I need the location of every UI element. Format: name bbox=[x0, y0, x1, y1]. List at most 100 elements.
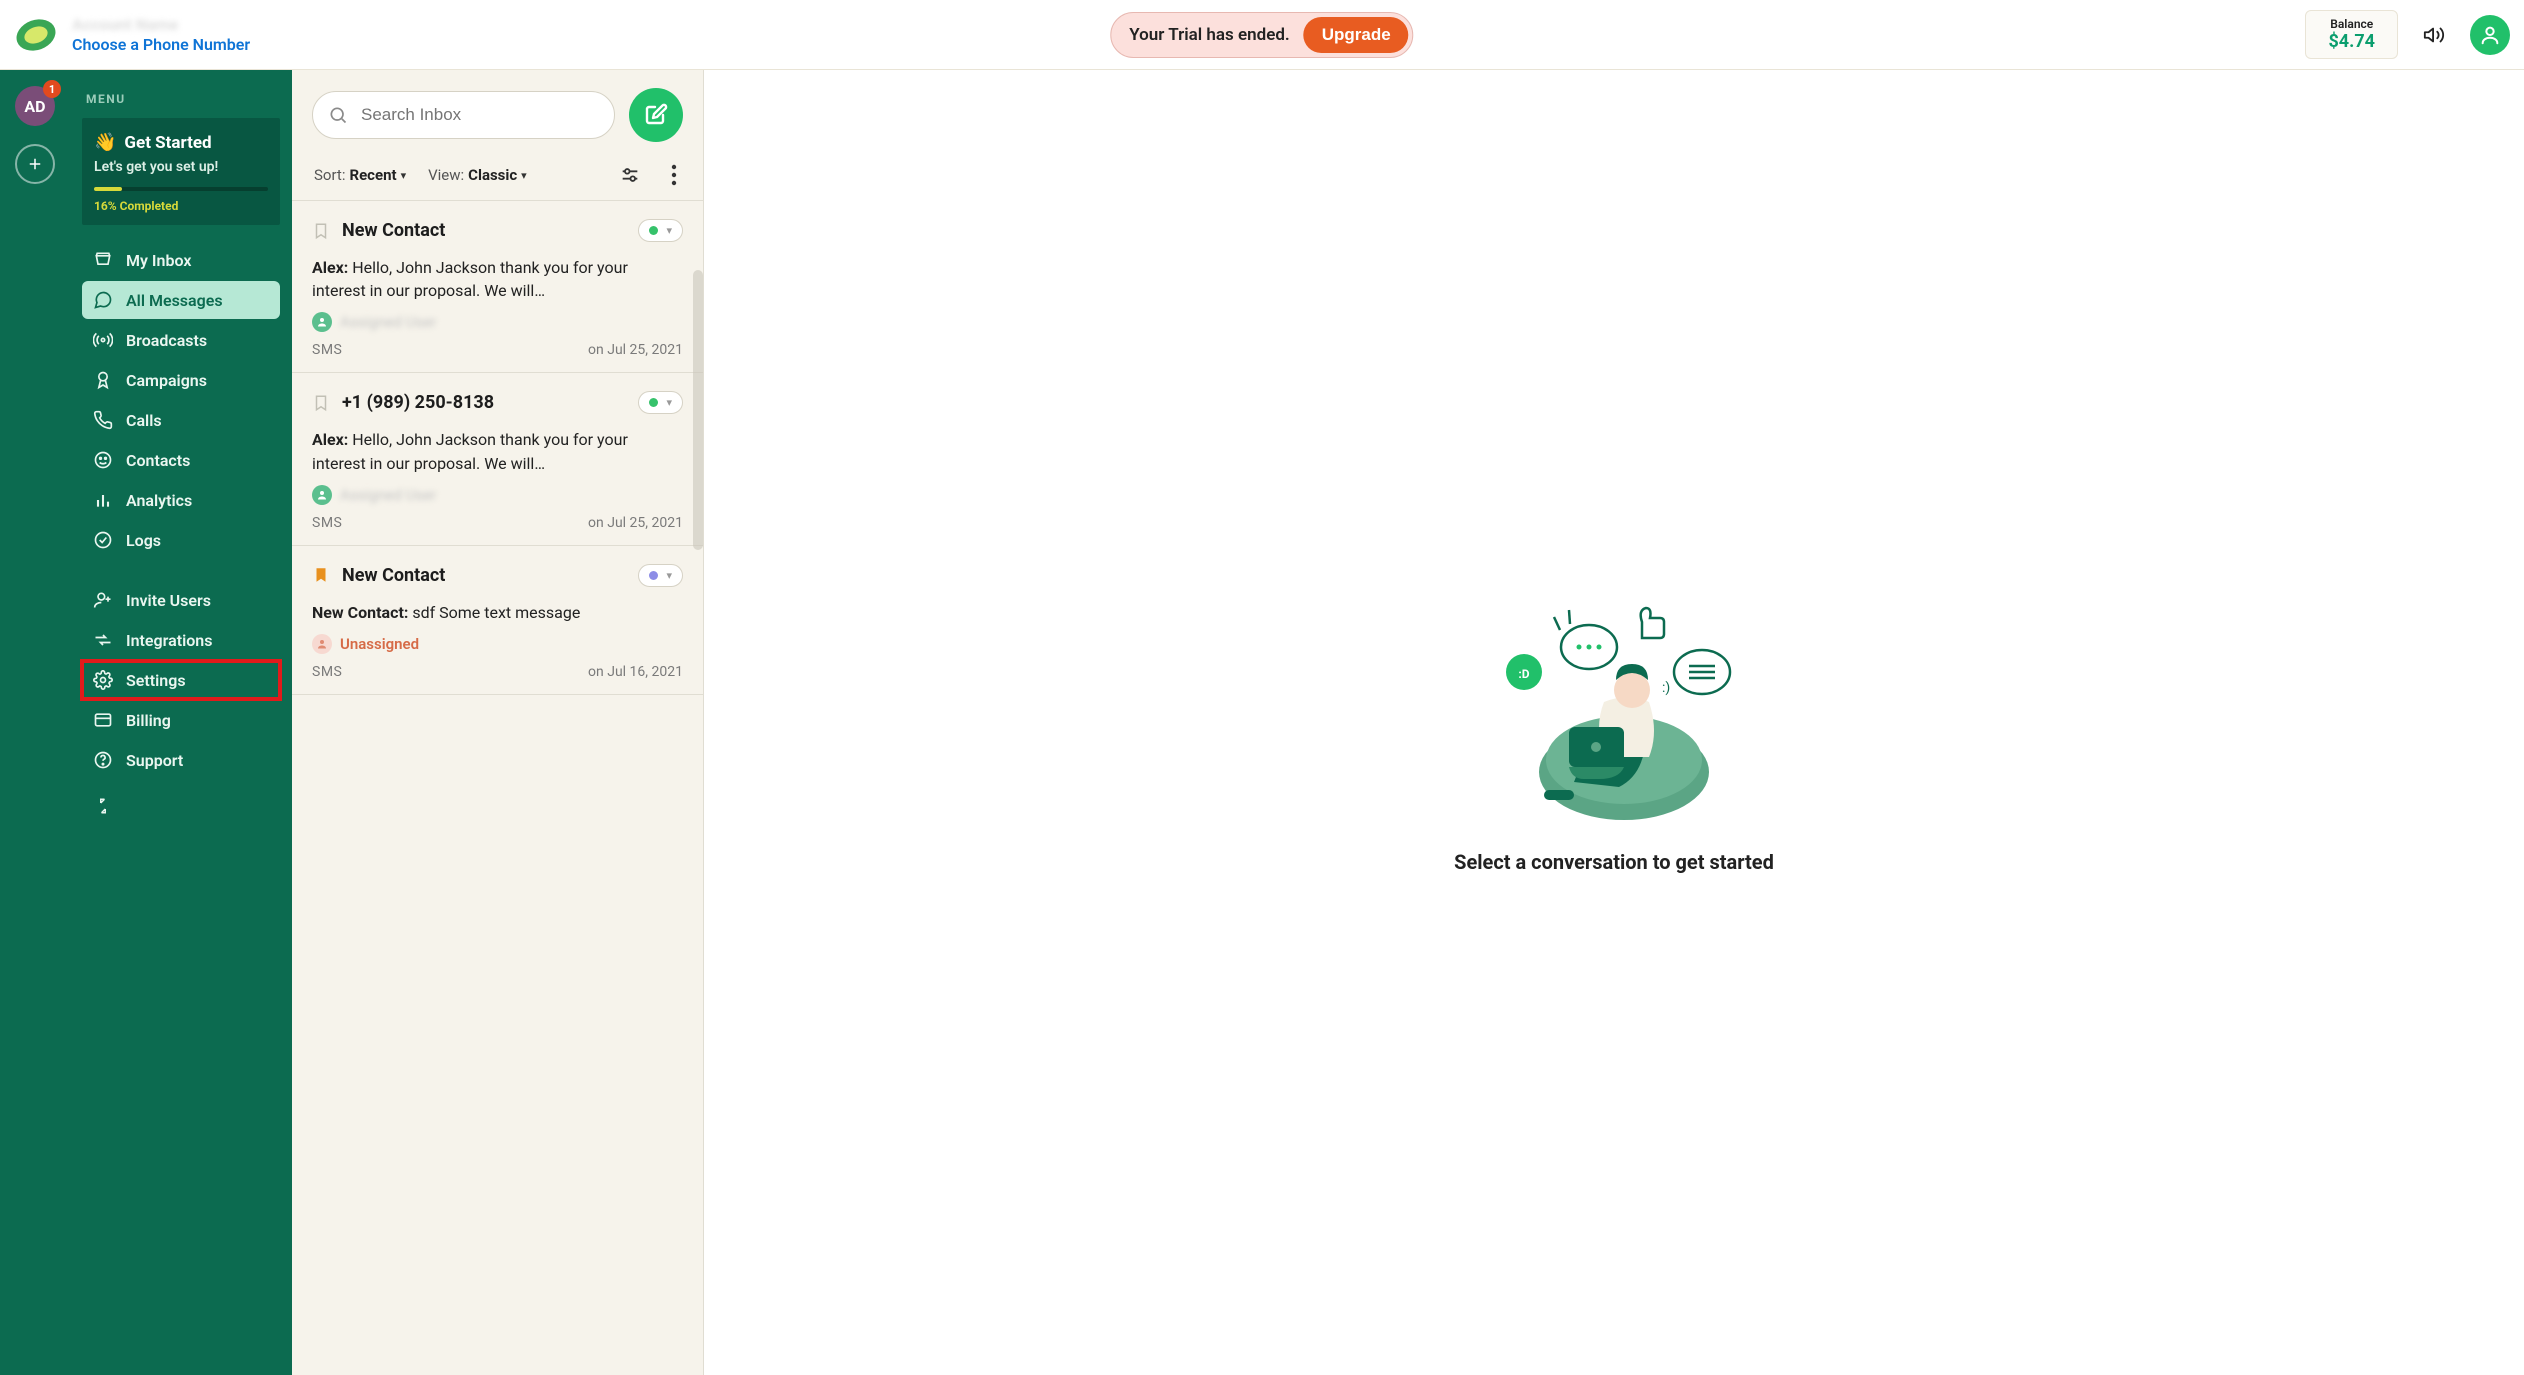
card-icon bbox=[92, 709, 114, 731]
progress-fill bbox=[94, 187, 122, 191]
thread-preview: New Contact: sdf Some text message bbox=[312, 601, 683, 624]
sliders-icon bbox=[619, 164, 641, 186]
filter-settings-button[interactable] bbox=[615, 160, 645, 190]
sidebar-item-label: Invite Users bbox=[126, 591, 211, 610]
assignee-avatar-icon bbox=[312, 634, 332, 654]
inbox-head: Sort: Recent ▾ View: Classic ▾ bbox=[292, 70, 703, 200]
sidebar-item-label: Broadcasts bbox=[126, 331, 207, 350]
sidebar-item-invite-users[interactable]: Invite Users bbox=[82, 581, 280, 619]
thread-channel: SMS bbox=[312, 515, 342, 531]
chevron-down-icon: ▾ bbox=[666, 396, 672, 409]
sidebar-item-settings[interactable]: Settings bbox=[82, 661, 280, 699]
sidebar-item-analytics[interactable]: Analytics bbox=[82, 481, 280, 519]
sidebar-item-label: Integrations bbox=[126, 631, 212, 650]
thread-channel: SMS bbox=[312, 342, 342, 358]
thread-item[interactable]: New Contact ▾ Alex: Hello, John Jackson … bbox=[292, 201, 703, 373]
status-pill[interactable]: ▾ bbox=[638, 219, 683, 242]
compose-button[interactable] bbox=[629, 88, 683, 142]
sound-button[interactable] bbox=[2414, 15, 2454, 55]
filter-row: Sort: Recent ▾ View: Classic ▾ bbox=[312, 160, 683, 190]
thread-name: +1 (989) 250-8138 bbox=[342, 392, 626, 413]
thread-name: New Contact bbox=[342, 220, 626, 241]
workspace-avatar[interactable]: AD 1 bbox=[15, 86, 55, 126]
sidebar-item-logs[interactable]: Logs bbox=[82, 521, 280, 559]
sidebar-item-label: Billing bbox=[126, 711, 171, 730]
sort-value: Recent bbox=[349, 166, 396, 184]
view-label: View: bbox=[428, 166, 464, 184]
sidebar-item-support[interactable]: Support bbox=[82, 741, 280, 779]
thread-assignee: Assigned User bbox=[312, 485, 683, 505]
search-icon bbox=[328, 105, 348, 125]
sidebar-item-all-messages[interactable]: All Messages bbox=[82, 281, 280, 319]
profile-button[interactable] bbox=[2470, 15, 2510, 55]
sidebar-item-campaigns[interactable]: Campaigns bbox=[82, 361, 280, 399]
topbar-right: Balance $4.74 bbox=[2305, 10, 2510, 59]
main-area: AD 1 MENU 👋 Get Started Let's get you se… bbox=[0, 70, 2524, 1375]
check-circle-icon bbox=[92, 529, 114, 551]
help-icon bbox=[92, 749, 114, 771]
sidebar-item-label: Support bbox=[126, 751, 183, 770]
svg-text::D: :D bbox=[1518, 667, 1529, 681]
chevron-down-icon: ▾ bbox=[666, 569, 672, 582]
sidebar-item-calls[interactable]: Calls bbox=[82, 401, 280, 439]
empty-state-text: Select a conversation to get started bbox=[1454, 850, 1774, 874]
wave-icon: 👋 bbox=[94, 132, 116, 153]
get-started-card[interactable]: 👋 Get Started Let's get you set up! 16% … bbox=[82, 118, 280, 225]
sidebar-item-integrations[interactable]: Integrations bbox=[82, 621, 280, 659]
inbox-panel: Sort: Recent ▾ View: Classic ▾ bbox=[292, 70, 704, 1375]
inbox-list[interactable]: New Contact ▾ Alex: Hello, John Jackson … bbox=[292, 200, 703, 1375]
search-input[interactable] bbox=[312, 91, 615, 139]
chevron-down-icon: ▾ bbox=[401, 169, 407, 182]
sidebar-item-label: Settings bbox=[126, 671, 186, 690]
status-pill[interactable]: ▾ bbox=[638, 564, 683, 587]
sort-label: Sort: bbox=[314, 166, 345, 184]
bookmark-icon[interactable] bbox=[312, 565, 330, 585]
thread-text: Hello, John Jackson thank you for your i… bbox=[312, 258, 628, 300]
bookmark-icon[interactable] bbox=[312, 393, 330, 413]
thread-item[interactable]: +1 (989) 250-8138 ▾ Alex: Hello, John Ja… bbox=[292, 373, 703, 545]
avatar-badge: 1 bbox=[43, 80, 61, 98]
assignee-avatar-icon bbox=[312, 485, 332, 505]
sidebar: MENU 👋 Get Started Let's get you set up!… bbox=[70, 70, 292, 1375]
plus-icon bbox=[26, 155, 44, 173]
view-dropdown[interactable]: View: Classic ▾ bbox=[428, 166, 527, 184]
sidebar-item-billing[interactable]: Billing bbox=[82, 701, 280, 739]
choose-phone-link[interactable]: Choose a Phone Number bbox=[72, 35, 250, 54]
user-icon bbox=[2479, 24, 2501, 46]
bookmark-icon[interactable] bbox=[312, 221, 330, 241]
add-workspace-button[interactable] bbox=[15, 144, 55, 184]
sidebar-item-label: Calls bbox=[126, 411, 162, 430]
get-started-subtitle: Let's get you set up! bbox=[94, 159, 268, 175]
sidebar-item-broadcasts[interactable]: Broadcasts bbox=[82, 321, 280, 359]
sidebar-item-label: Logs bbox=[126, 531, 161, 550]
account-block: Account Name Choose a Phone Number bbox=[72, 15, 250, 53]
thread-date: on Jul 25, 2021 bbox=[588, 342, 683, 358]
assignee-avatar-icon bbox=[312, 312, 332, 332]
avatar-initials: AD bbox=[24, 97, 45, 116]
sidebar-item-collapse[interactable] bbox=[82, 787, 280, 825]
app-logo[interactable] bbox=[14, 13, 58, 57]
more-button[interactable] bbox=[667, 160, 681, 190]
chevron-down-icon: ▾ bbox=[521, 169, 527, 182]
empty-state-illustration: :D :) bbox=[1484, 572, 1744, 832]
search-container bbox=[312, 91, 615, 139]
sidebar-item-my-inbox[interactable]: My Inbox bbox=[82, 241, 280, 279]
sidebar-item-label: My Inbox bbox=[126, 251, 191, 270]
thread-item[interactable]: New Contact ▾ New Contact: sdf Some text… bbox=[292, 546, 703, 695]
sort-dropdown[interactable]: Sort: Recent ▾ bbox=[314, 166, 406, 184]
thread-from: New Contact: bbox=[312, 603, 408, 622]
chat-icon bbox=[92, 289, 114, 311]
sidebar-item-contacts[interactable]: Contacts bbox=[82, 441, 280, 479]
content-area: :D :) Select a conversation to get start… bbox=[704, 70, 2524, 1375]
topbar: Account Name Choose a Phone Number Your … bbox=[0, 0, 2524, 70]
inbox-icon bbox=[92, 249, 114, 271]
sidebar-item-label: All Messages bbox=[126, 291, 223, 310]
upgrade-button[interactable]: Upgrade bbox=[1304, 17, 1409, 53]
balance-box[interactable]: Balance $4.74 bbox=[2305, 10, 2398, 59]
ribbon-icon bbox=[92, 369, 114, 391]
assignee-name: Assigned User bbox=[340, 486, 436, 504]
scrollbar[interactable] bbox=[693, 270, 703, 550]
thread-date: on Jul 25, 2021 bbox=[588, 515, 683, 531]
status-pill[interactable]: ▾ bbox=[638, 391, 683, 414]
thread-name: New Contact bbox=[342, 565, 626, 586]
